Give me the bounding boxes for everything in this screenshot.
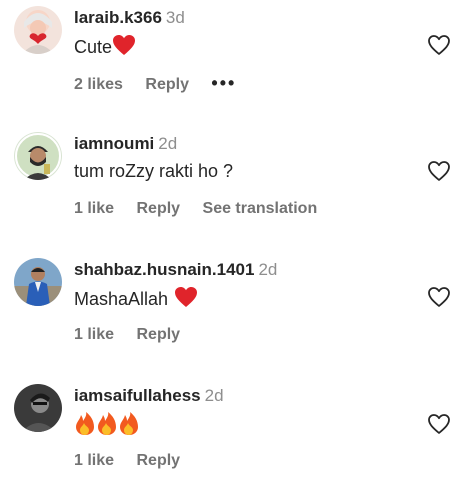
comment-username[interactable]: iamsaifullahess <box>74 386 201 405</box>
comment-text: tum roZzy rakti ho ? <box>74 161 234 181</box>
avatar-image <box>14 384 62 432</box>
reply-button[interactable]: Reply <box>136 200 180 217</box>
likes-count[interactable]: 2 likes <box>74 76 123 93</box>
like-heart-icon[interactable] <box>427 160 451 182</box>
comment-item: laraib.k366 3d Cute 2 likes Reply ••• <box>0 0 467 120</box>
reply-button[interactable]: Reply <box>145 76 189 93</box>
avatar-image <box>14 258 62 306</box>
fire-icon <box>118 412 140 441</box>
comment-timestamp[interactable]: 3d <box>166 8 185 27</box>
comment-timestamp[interactable]: 2d <box>205 386 224 405</box>
comment-text: Cute <box>74 37 113 57</box>
red-heart-icon <box>174 286 198 313</box>
likes-count[interactable]: 1 like <box>74 452 114 469</box>
avatar[interactable] <box>14 6 62 54</box>
comment-timestamp[interactable]: 2d <box>158 134 177 153</box>
red-heart-icon <box>112 34 136 61</box>
like-heart-icon[interactable] <box>427 286 451 308</box>
comment-text: MashaAllah <box>74 289 169 309</box>
avatar[interactable] <box>14 132 62 180</box>
like-heart-icon[interactable] <box>427 34 451 56</box>
comment-item: iamsaifullahess 2d 1 like Reply <box>0 378 467 498</box>
reply-button[interactable]: Reply <box>136 452 180 469</box>
avatar-image <box>14 132 62 180</box>
comment-timestamp[interactable]: 2d <box>258 260 277 279</box>
avatar[interactable] <box>14 258 62 306</box>
more-options-button[interactable]: ••• <box>211 73 236 93</box>
fire-icon <box>96 412 118 441</box>
likes-count[interactable]: 1 like <box>74 326 114 343</box>
comment-item: shahbaz.husnain.1401 2d MashaAllah 1 like… <box>0 252 467 372</box>
reply-button[interactable]: Reply <box>136 326 180 343</box>
comment-username[interactable]: shahbaz.husnain.1401 <box>74 260 254 279</box>
see-translation-button[interactable]: See translation <box>203 200 318 217</box>
likes-count[interactable]: 1 like <box>74 200 114 217</box>
fire-icon <box>74 412 96 441</box>
like-heart-icon[interactable] <box>427 413 451 435</box>
avatar[interactable] <box>14 384 62 432</box>
comment-username[interactable]: laraib.k366 <box>74 8 162 27</box>
avatar-image <box>14 6 62 54</box>
comment-item: iamnoumi 2d tum roZzy rakti ho ? 1 like R… <box>0 126 467 246</box>
comment-username[interactable]: iamnoumi <box>74 134 154 153</box>
